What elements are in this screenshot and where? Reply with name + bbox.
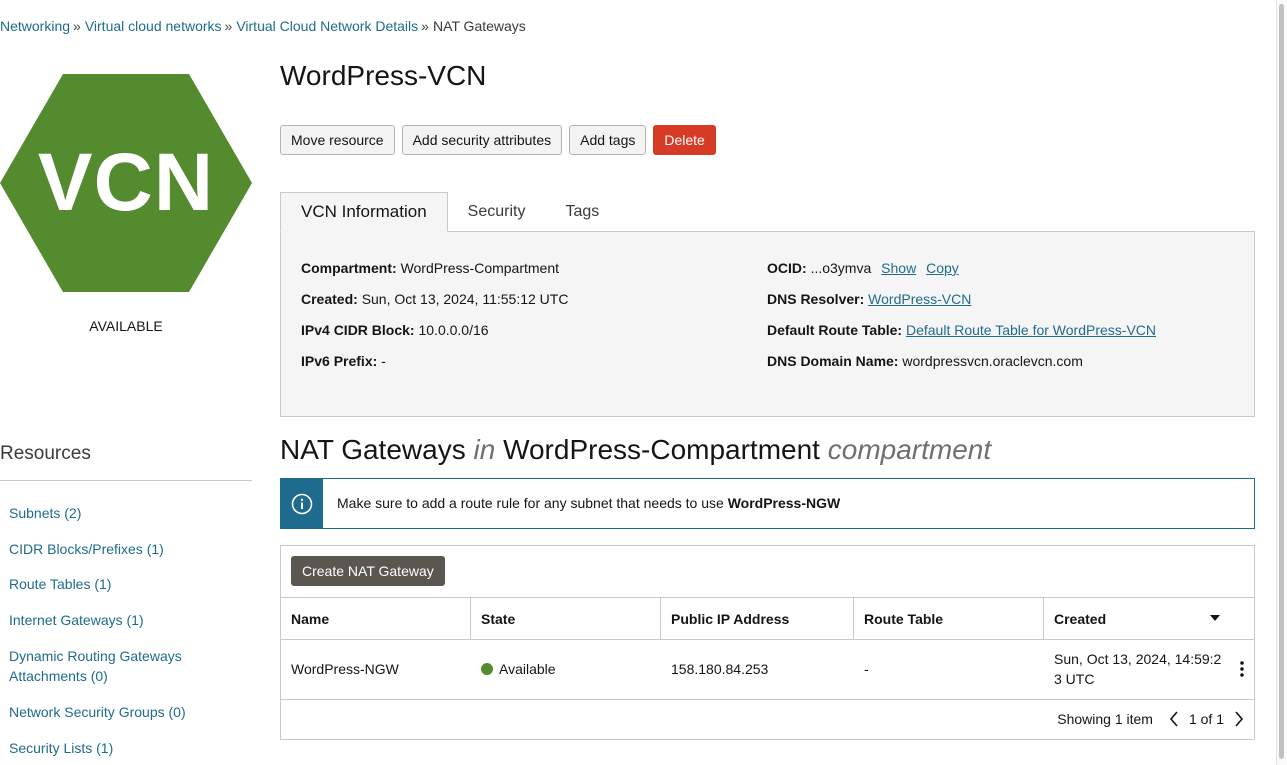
column-header-created-label: Created bbox=[1054, 610, 1107, 627]
table-header: Name State Public IP Address Route Table… bbox=[281, 597, 1254, 640]
ocid-show-link[interactable]: Show bbox=[881, 260, 916, 276]
section-title-suffix: compartment bbox=[827, 434, 992, 465]
move-resource-button[interactable]: Move resource bbox=[280, 125, 395, 155]
ocid-label: OCID: bbox=[767, 260, 807, 276]
resource-link-drg-attachments[interactable]: Dynamic Routing Gateways Attachments (0) bbox=[9, 646, 182, 686]
add-tags-button[interactable]: Add tags bbox=[569, 125, 647, 155]
resource-link-subnets[interactable]: Subnets (2) bbox=[9, 503, 81, 523]
breadcrumb-current: NAT Gateways bbox=[432, 18, 526, 34]
default-route-table-label: Default Route Table: bbox=[767, 322, 903, 338]
page-title: WordPress-VCN bbox=[280, 60, 487, 91]
row-actions-kebab-icon[interactable] bbox=[1236, 659, 1248, 679]
detail-tabs: VCN Information Security Tags bbox=[280, 192, 619, 232]
ipv4-label: IPv4 CIDR Block: bbox=[301, 322, 415, 338]
table-footer: Showing 1 item 1 of 1 bbox=[1057, 711, 1244, 727]
resource-link-drg-line2: Attachments (0) bbox=[9, 668, 108, 684]
alert-message: Make sure to add a route rule for any su… bbox=[337, 495, 840, 511]
ocid-copy-link[interactable]: Copy bbox=[926, 260, 959, 276]
created-label: Created: bbox=[301, 291, 358, 307]
created-value: Sun, Oct 13, 2024, 11:55:12 UTC bbox=[361, 291, 569, 307]
column-header-public-ip[interactable]: Public IP Address bbox=[661, 598, 854, 639]
ipv6-value: - bbox=[381, 353, 386, 369]
chevron-right-icon[interactable] bbox=[1234, 711, 1244, 727]
resource-link-security-lists[interactable]: Security Lists (1) bbox=[9, 738, 113, 758]
breadcrumb-vcn-details[interactable]: Virtual Cloud Network Details bbox=[236, 18, 418, 34]
resources-divider bbox=[0, 480, 252, 481]
alert-text: Make sure to add a route rule for any su… bbox=[337, 495, 728, 511]
cell-created: Sun, Oct 13, 2024, 14:59:2 3 UTC bbox=[1044, 639, 1234, 699]
tab-tags[interactable]: Tags bbox=[545, 192, 619, 232]
column-header-route-table[interactable]: Route Table bbox=[854, 598, 1044, 639]
dns-resolver-row: DNS Resolver: WordPress-VCN bbox=[767, 291, 971, 307]
page-indicator: 1 of 1 bbox=[1188, 711, 1224, 727]
ipv4-value: 10.0.0.0/16 bbox=[418, 322, 489, 338]
breadcrumb-virtual-cloud-networks[interactable]: Virtual cloud networks bbox=[85, 18, 222, 34]
breadcrumb-separator: » bbox=[421, 18, 429, 34]
showing-count: Showing 1 item bbox=[1057, 711, 1153, 727]
page-scrollbar[interactable] bbox=[1276, 0, 1287, 765]
chevron-left-icon[interactable] bbox=[1169, 711, 1179, 727]
table-row[interactable]: WordPress-NGW Available 158.180.84.253 -… bbox=[281, 639, 1254, 700]
tab-security[interactable]: Security bbox=[448, 192, 546, 232]
add-security-attributes-button[interactable]: Add security attributes bbox=[401, 125, 563, 155]
resource-link-route-tables[interactable]: Route Tables (1) bbox=[9, 574, 111, 594]
dns-domain-row: DNS Domain Name: wordpressvcn.oraclevcn.… bbox=[767, 353, 1083, 369]
breadcrumb-separator: » bbox=[224, 18, 233, 34]
dns-domain-label: DNS Domain Name: bbox=[767, 353, 899, 369]
dns-resolver-link[interactable]: WordPress-VCN bbox=[868, 291, 971, 307]
resources-heading: Resources bbox=[0, 443, 91, 464]
column-header-name[interactable]: Name bbox=[281, 598, 471, 639]
vcn-hexagon-badge: VCN bbox=[0, 74, 252, 292]
cell-state-label: Available bbox=[499, 661, 556, 677]
section-title-in: in bbox=[473, 434, 496, 465]
sort-desc-icon bbox=[1210, 615, 1220, 621]
dns-domain-value: wordpressvcn.oraclevcn.com bbox=[902, 353, 1083, 369]
resource-link-internet-gateways[interactable]: Internet Gateways (1) bbox=[9, 610, 144, 630]
resource-status: AVAILABLE bbox=[89, 318, 163, 334]
compartment-label: Compartment: bbox=[301, 260, 397, 276]
compartment-row: Compartment: WordPress-Compartment bbox=[301, 260, 559, 276]
resource-link-drg-line1: Dynamic Routing Gateways bbox=[9, 648, 182, 664]
delete-button[interactable]: Delete bbox=[653, 125, 716, 155]
ocid-value: ...o3ymva bbox=[810, 260, 872, 276]
breadcrumb: Networking» Virtual cloud networks» Virtua… bbox=[0, 18, 526, 34]
ocid-row: OCID: ...o3ymva Show Copy bbox=[767, 260, 959, 276]
cell-name: WordPress-NGW bbox=[291, 661, 399, 677]
badge-label: VCN bbox=[37, 137, 215, 228]
resource-link-cidr-blocks[interactable]: CIDR Blocks/Prefixes (1) bbox=[9, 539, 164, 559]
cell-public-ip: 158.180.84.253 bbox=[671, 661, 769, 677]
info-alert: Make sure to add a route rule for any su… bbox=[280, 478, 1255, 529]
breadcrumb-networking[interactable]: Networking bbox=[0, 18, 70, 34]
default-route-table-link[interactable]: Default Route Table for WordPress-VCN bbox=[906, 322, 1156, 338]
column-header-created[interactable]: Created bbox=[1044, 598, 1254, 639]
cell-created-line2: 3 UTC bbox=[1054, 671, 1095, 687]
cell-state: Available bbox=[471, 639, 661, 699]
scrollbar-thumb[interactable] bbox=[1279, 4, 1284, 759]
default-route-table-row: Default Route Table: Default Route Table… bbox=[767, 322, 1156, 338]
section-compartment-name: WordPress-Compartment bbox=[503, 434, 820, 465]
created-row: Created: Sun, Oct 13, 2024, 11:55:12 UTC bbox=[301, 291, 568, 307]
column-header-state[interactable]: State bbox=[471, 598, 661, 639]
nat-gateways-heading: NAT Gateways in WordPress-Compartment co… bbox=[280, 434, 991, 466]
status-dot-icon bbox=[481, 663, 493, 675]
dns-resolver-label: DNS Resolver: bbox=[767, 291, 865, 307]
cell-route-table: - bbox=[864, 661, 869, 677]
create-nat-gateway-button[interactable]: Create NAT Gateway bbox=[291, 556, 445, 586]
ipv4-row: IPv4 CIDR Block: 10.0.0.0/16 bbox=[301, 322, 489, 338]
ipv6-row: IPv6 Prefix: - bbox=[301, 353, 386, 369]
action-bar: Move resource Add security attributes Ad… bbox=[280, 125, 716, 155]
nat-gateways-table: Create NAT Gateway Name State Public IP … bbox=[280, 545, 1255, 740]
info-icon bbox=[281, 479, 323, 528]
vcn-information-panel: Compartment: WordPress-Compartment Creat… bbox=[280, 231, 1255, 417]
cell-created-line1: Sun, Oct 13, 2024, 14:59:2 bbox=[1054, 651, 1222, 667]
section-title-main: NAT Gateways bbox=[280, 434, 466, 465]
compartment-value: WordPress-Compartment bbox=[400, 260, 560, 276]
breadcrumb-separator: » bbox=[73, 18, 81, 34]
table-toolbar: Create NAT Gateway bbox=[291, 556, 445, 586]
alert-gateway-name: WordPress-NGW bbox=[727, 495, 841, 511]
resource-link-network-security-groups[interactable]: Network Security Groups (0) bbox=[9, 702, 186, 722]
tab-vcn-information[interactable]: VCN Information bbox=[280, 192, 448, 232]
ipv6-label: IPv6 Prefix: bbox=[301, 353, 378, 369]
